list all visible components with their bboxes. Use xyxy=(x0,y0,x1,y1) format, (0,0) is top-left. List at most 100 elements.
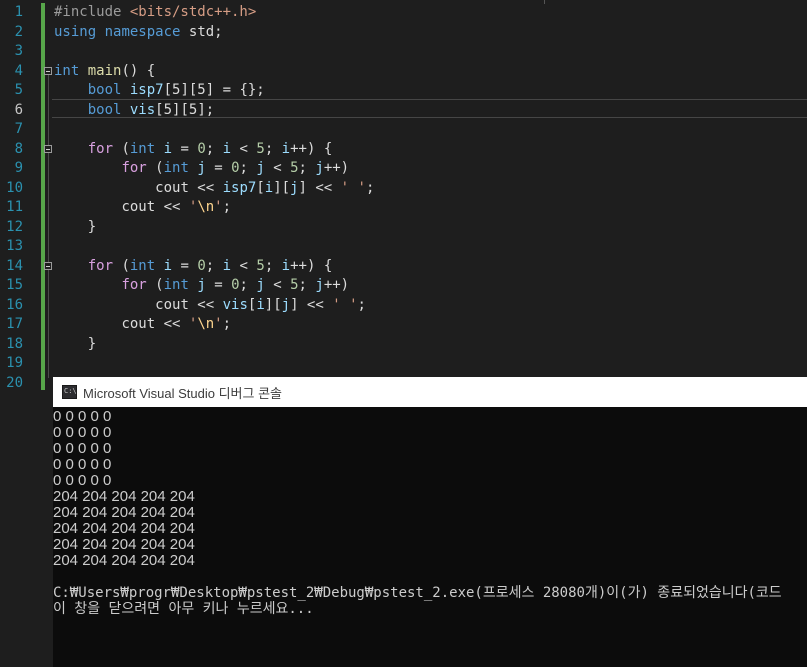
code-text: ; xyxy=(357,296,366,313)
line-number: 7 xyxy=(14,121,23,137)
code-text: ( xyxy=(113,257,130,274)
number-literal: 5 xyxy=(256,140,265,157)
code-text: ( xyxy=(113,140,130,157)
code-line-14[interactable]: for (int i = 0; i < 5; i++) { xyxy=(54,257,333,277)
number-literal: 0 xyxy=(231,277,240,293)
code-text: ; xyxy=(205,257,223,274)
number-literal: 0 xyxy=(231,160,240,176)
identifier: cout xyxy=(121,316,156,332)
char-literal: ' xyxy=(214,316,223,332)
code-line-15[interactable]: for (int j = 0; j < 5; j++) xyxy=(54,276,349,296)
code-text: ] << xyxy=(298,179,341,196)
collapse-main-icon[interactable] xyxy=(44,67,52,75)
keyword: using xyxy=(54,23,97,40)
code-line-10[interactable]: cout << isp7[i][j] << ' '; xyxy=(54,179,374,199)
code-text: } xyxy=(87,218,97,235)
console-output-line: 204 204 204 204 204 xyxy=(53,520,195,537)
number-literal: 0 xyxy=(197,257,206,274)
code-text: [ xyxy=(256,179,265,196)
code-text: ; xyxy=(222,316,232,332)
console-output-line: 0 0 0 0 0 xyxy=(53,440,112,457)
collapse-for-2-icon[interactable] xyxy=(44,262,52,270)
console-output-line: 0 0 0 0 0 xyxy=(53,456,112,473)
console-titlebar[interactable]: C:\ Microsoft Visual Studio 디버그 콘솔 xyxy=(53,377,807,407)
line-number: 1 xyxy=(14,4,23,20)
code-text: ][ xyxy=(264,296,282,313)
variable: vis xyxy=(129,101,156,118)
code-text: ++) { xyxy=(290,257,333,274)
line-number-active: 6 xyxy=(14,101,23,118)
line-number: 4 xyxy=(14,62,23,79)
console-output-line: 204 204 204 204 204 xyxy=(53,504,195,521)
line-number: 8 xyxy=(14,140,23,157)
code-line-8[interactable]: for (int i = 0; i < 5; i++) { xyxy=(54,140,333,160)
keyword: int xyxy=(163,160,189,176)
outline-guide xyxy=(48,72,49,378)
code-text: [5][5]; xyxy=(155,101,215,118)
keyword: for xyxy=(121,277,147,293)
line-number: 10 xyxy=(6,179,23,196)
code-line-4[interactable]: int main() { xyxy=(54,62,155,82)
line-number: 11 xyxy=(6,199,23,215)
number-literal: 5 xyxy=(290,277,299,293)
keyword: bool xyxy=(87,101,122,118)
code-line-2[interactable]: using namespace std; xyxy=(54,23,223,43)
keyword: int xyxy=(129,140,156,157)
code-text: () { xyxy=(121,62,156,79)
variable: vis xyxy=(222,296,248,313)
preprocessor-directive: #include xyxy=(54,4,130,20)
line-number: 9 xyxy=(14,160,23,176)
keyword: int xyxy=(163,277,189,293)
function-name: main xyxy=(87,62,122,79)
code-line-9[interactable]: for (int j = 0; j < 5; j++) xyxy=(54,159,349,179)
identifier: cout xyxy=(155,296,189,313)
code-line-11[interactable]: cout << '\n'; xyxy=(54,198,231,218)
code-line-16[interactable]: cout << vis[i][j] << ' '; xyxy=(54,296,366,316)
variable: j xyxy=(281,296,291,313)
variable: i xyxy=(256,296,265,313)
code-text: << xyxy=(155,316,189,332)
code-text: ; xyxy=(264,140,282,157)
variable: i xyxy=(264,179,274,196)
escape-sequence: \n xyxy=(197,316,215,332)
line-number: 5 xyxy=(14,82,23,98)
code-line-12[interactable]: } xyxy=(54,218,96,238)
code-text: ][ xyxy=(273,179,291,196)
identifier: cout xyxy=(121,199,156,215)
console-exit-message: C:₩Users₩progr₩Desktop₩pstest_2₩Debug₩ps… xyxy=(53,585,782,601)
code-line-5[interactable]: bool isp7[5][5] = {}; xyxy=(54,81,265,101)
variable: isp7 xyxy=(129,82,164,98)
code-line-1[interactable]: #include <bits/stdc++.h> xyxy=(54,3,256,23)
number-literal: 5 xyxy=(256,257,265,274)
number-literal: 0 xyxy=(197,140,206,157)
code-text: ; xyxy=(264,257,282,274)
variable: i xyxy=(222,140,232,157)
keyword: for xyxy=(87,140,114,157)
collapse-for-1-icon[interactable] xyxy=(44,145,52,153)
code-line-17[interactable]: cout << '\n'; xyxy=(54,315,231,335)
debug-console-window[interactable]: C:\ Microsoft Visual Studio 디버그 콘솔 0 0 0… xyxy=(53,377,807,667)
line-number: 20 xyxy=(6,374,23,391)
code-text: < xyxy=(231,140,257,157)
code-text: << xyxy=(188,296,223,313)
change-tracking-bar xyxy=(41,3,45,390)
char-literal: ' ' xyxy=(340,179,366,196)
code-line-6[interactable]: bool vis[5][5]; xyxy=(54,101,214,121)
variable: i xyxy=(163,140,173,157)
char-literal: ' ' xyxy=(332,296,358,313)
console-output-line: 204 204 204 204 204 xyxy=(53,488,195,505)
code-text: ; xyxy=(298,277,316,293)
code-text: ; xyxy=(222,199,232,215)
char-literal: ' xyxy=(214,199,223,215)
escape-sequence: \n xyxy=(197,199,215,215)
variable: j xyxy=(256,160,265,176)
line-number: 13 xyxy=(6,238,23,254)
code-text: < xyxy=(231,257,257,274)
code-text: << xyxy=(155,199,189,215)
code-text: } xyxy=(87,335,97,352)
code-line-18[interactable]: } xyxy=(54,335,96,355)
code-text: < xyxy=(264,160,291,176)
identifier: cout xyxy=(155,179,189,196)
